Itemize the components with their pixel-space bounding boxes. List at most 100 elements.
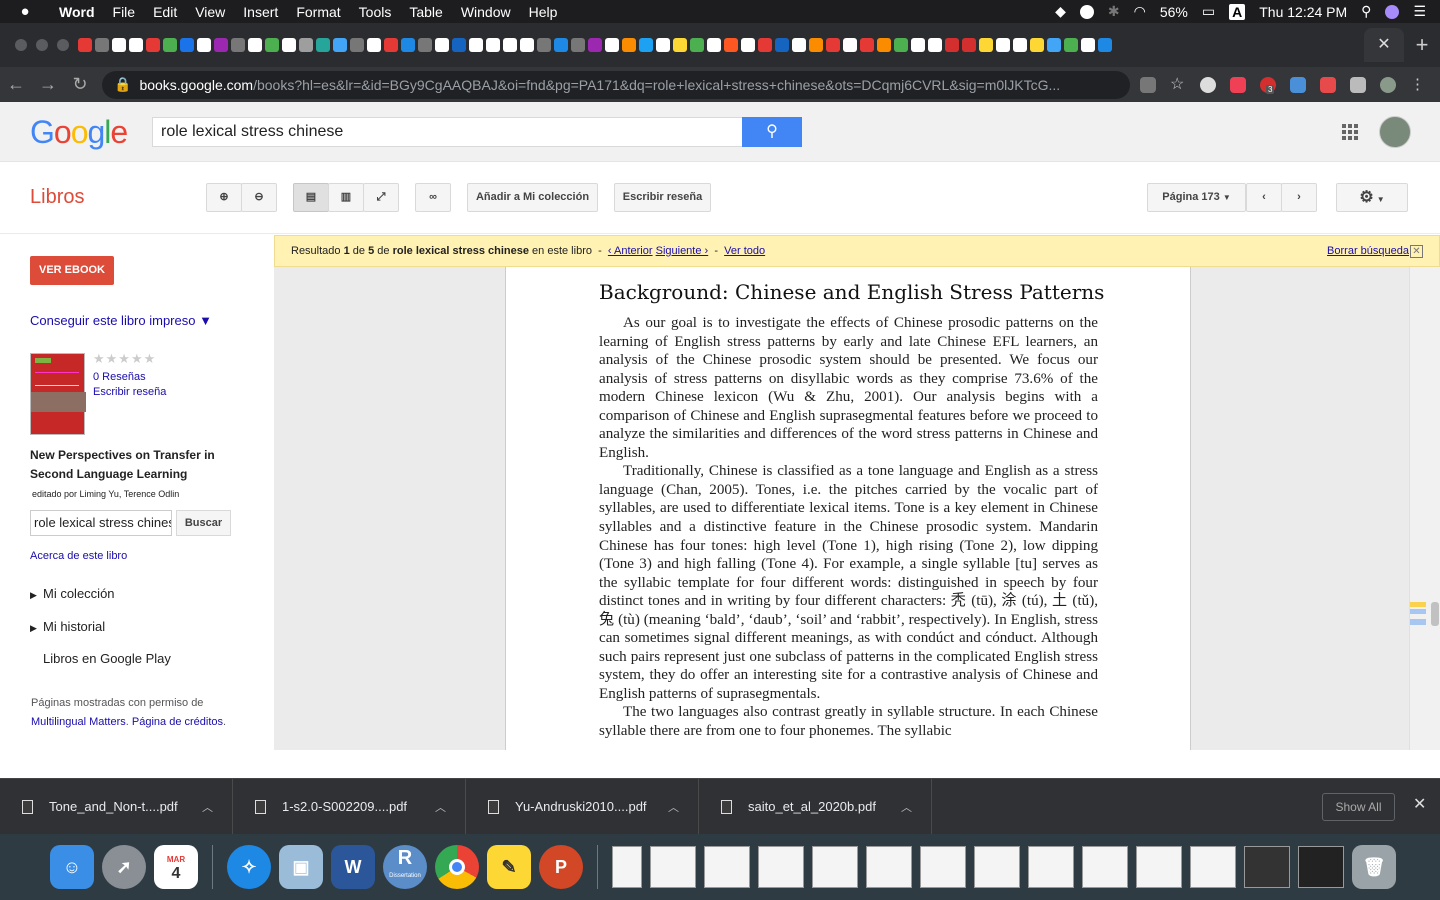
tab-favicon[interactable] (78, 38, 92, 52)
zoom-in-button[interactable]: ⊕ (206, 183, 242, 212)
view-all-link[interactable]: Ver todo (724, 245, 765, 257)
get-print-book-link[interactable]: Conseguir este libro impreso ▼ (30, 313, 212, 328)
new-tab-button[interactable]: + (1404, 32, 1440, 58)
close-downloads-icon[interactable]: ✕ (1413, 794, 1426, 814)
about-book-link[interactable]: Acerca de este libro (30, 550, 127, 562)
tab-favicon[interactable] (248, 38, 262, 52)
tab-favicon[interactable] (537, 38, 551, 52)
tab-favicon[interactable] (214, 38, 228, 52)
google-logo[interactable]: Google (30, 114, 128, 151)
tab-favicon[interactable] (826, 38, 840, 52)
stickies-icon[interactable]: ✎ (487, 845, 531, 889)
tab-favicon[interactable] (860, 38, 874, 52)
dock-minimized-window[interactable] (974, 846, 1020, 888)
credits-link[interactable]: Página de créditos (132, 716, 223, 728)
notification-center-icon[interactable]: ☰ (1413, 3, 1426, 20)
tab-favicon[interactable] (843, 38, 857, 52)
book-page-viewer[interactable]: Background: Chinese and English Stress P… (274, 267, 1440, 750)
tab-favicon[interactable] (588, 38, 602, 52)
account-avatar[interactable] (1379, 116, 1411, 148)
download-item[interactable]: Yu-Andruski2010....pdf ︿ (466, 778, 699, 835)
tab-favicon[interactable] (741, 38, 755, 52)
tab-favicon[interactable] (911, 38, 925, 52)
calendar-icon[interactable]: MAR 4 (154, 845, 198, 889)
search-button[interactable]: ⚲ (742, 117, 802, 147)
reviews-count-link[interactable]: 0 Reseñas (93, 371, 146, 383)
wifi-icon[interactable]: ◠ (1134, 3, 1146, 20)
dock-minimized-window[interactable] (650, 846, 696, 888)
tab-favicon[interactable] (724, 38, 738, 52)
tab-favicon[interactable] (163, 38, 177, 52)
screen-capture-icon[interactable] (1290, 76, 1306, 93)
siri-icon[interactable] (1385, 4, 1400, 19)
preview-icon[interactable]: ▣ (279, 845, 323, 889)
tab-favicon[interactable] (1030, 38, 1044, 52)
reload-icon[interactable]: ↻ (64, 74, 96, 95)
tab-favicon[interactable] (401, 38, 415, 52)
menu-edit[interactable]: Edit (144, 4, 186, 20)
record-icon[interactable] (1320, 76, 1336, 93)
menubar-clock[interactable]: Thu 12:24 PM (1259, 4, 1347, 20)
dropbox-icon[interactable]: ◆ (1055, 3, 1066, 20)
dock-minimized-window[interactable] (1136, 846, 1182, 888)
tab-favicon[interactable] (418, 38, 432, 52)
previous-page-button[interactable]: ‹ (1246, 183, 1282, 212)
write-review-link[interactable]: Escribir reseña (93, 386, 166, 398)
menu-insert[interactable]: Insert (234, 4, 287, 20)
tab-favicon[interactable] (979, 38, 993, 52)
two-page-view-button[interactable]: ▥ (328, 183, 364, 212)
tab-favicon[interactable] (146, 38, 160, 52)
apps-grid-icon[interactable] (1342, 124, 1358, 140)
finder-icon[interactable]: ☺ (50, 845, 94, 889)
page-select-dropdown[interactable]: Página 173 ▼ (1147, 183, 1246, 212)
tab-favicon[interactable] (129, 38, 143, 52)
chevron-up-icon[interactable]: ︿ (202, 799, 232, 815)
tab-favicon[interactable] (962, 38, 976, 52)
close-window-button[interactable] (15, 39, 27, 51)
minimize-window-button[interactable] (36, 39, 48, 51)
tab-favicon[interactable] (877, 38, 891, 52)
apple-menu-icon[interactable]: ● (0, 3, 50, 20)
tab-favicon[interactable] (554, 38, 568, 52)
bluetooth-icon[interactable]: ✱ (1108, 3, 1120, 20)
tab-favicon[interactable] (299, 38, 313, 52)
dock-document-thumbnail[interactable] (612, 846, 642, 888)
word-icon[interactable]: W (331, 845, 375, 889)
tab-favicon[interactable] (367, 38, 381, 52)
download-item[interactable]: saito_et_al_2020b.pdf ︿ (699, 778, 932, 835)
browser-menu-icon[interactable]: ⋮ (1410, 76, 1426, 93)
chevron-up-icon[interactable]: ︿ (435, 799, 465, 815)
tab-favicon[interactable] (792, 38, 806, 52)
menu-tools[interactable]: Tools (350, 4, 401, 20)
menu-table[interactable]: Table (400, 4, 451, 20)
adblock-icon[interactable]: 3 (1260, 76, 1276, 94)
zoom-window-button[interactable] (57, 39, 69, 51)
book-cover-image[interactable] (30, 353, 86, 435)
spotlight-search-icon[interactable]: ⚲ (1361, 3, 1371, 20)
tab-favicon[interactable] (1064, 38, 1078, 52)
chevron-up-icon[interactable]: ︿ (901, 799, 931, 815)
tab-favicon[interactable] (95, 38, 109, 52)
dock-minimized-window[interactable] (1244, 846, 1290, 888)
url-field[interactable]: 🔒 books.google.com /books?hl=es&lr=&id=B… (102, 70, 1130, 99)
tab-favicon[interactable] (571, 38, 585, 52)
tab-favicon[interactable] (197, 38, 211, 52)
tab-favicon[interactable] (112, 38, 126, 52)
google-search-input[interactable]: role lexical stress chinese (152, 117, 744, 147)
tab-favicon[interactable] (265, 38, 279, 52)
battery-icon[interactable]: ▭ (1202, 3, 1215, 20)
link-button[interactable]: ∞ (415, 183, 451, 212)
extensions-puzzle-icon[interactable] (1350, 76, 1366, 93)
dock-minimized-window[interactable] (758, 846, 804, 888)
battery-percent[interactable]: 56% (1160, 4, 1188, 20)
dock-minimized-window[interactable] (704, 846, 750, 888)
bookmark-star-icon[interactable]: ☆ (1170, 76, 1186, 93)
dock-minimized-window[interactable] (866, 846, 912, 888)
menu-view[interactable]: View (186, 4, 234, 20)
my-collection-item[interactable]: ▶ Mi colección (30, 586, 115, 601)
tab-favicon[interactable] (656, 38, 670, 52)
tab-favicon[interactable] (1047, 38, 1061, 52)
tab-favicon[interactable] (605, 38, 619, 52)
pocket-icon[interactable] (1230, 76, 1246, 93)
tab-favicon[interactable] (486, 38, 500, 52)
